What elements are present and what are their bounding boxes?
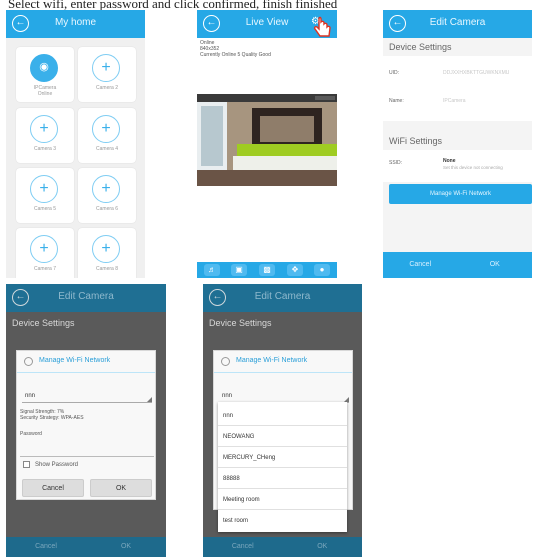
ok-button[interactable]: OK [283, 537, 363, 557]
footer-actions: Cancel OK [203, 537, 362, 557]
wifi-dialog-screen: ← Edit Camera Device Settings Manage Wi-… [6, 284, 166, 557]
device-fields: UID: DDJXXHXBKTTGUWKNXMU Name: IPCamera [383, 56, 532, 121]
camera-icon[interactable]: ▣ [231, 264, 247, 276]
uid-label: UID: [389, 70, 399, 76]
add-camera-icon: + [92, 54, 120, 82]
dropdown-arrow-icon [147, 397, 152, 402]
add-camera-icon: + [30, 235, 58, 263]
camera-tile-3[interactable]: + Camera 3 [16, 108, 74, 163]
ssid-label: SSID: [389, 160, 403, 166]
camera-label: Camera 5 [34, 206, 56, 212]
top-bar: ← My home [6, 10, 145, 38]
ssid-option[interactable]: NEOWANG [218, 427, 347, 447]
speaker-icon[interactable]: ♬ [204, 264, 220, 276]
page-title: My home [54, 17, 97, 28]
wifi-icon [221, 357, 230, 366]
add-camera-icon: + [30, 175, 58, 203]
security-strategy: Security Strategy: WPA-AES [20, 415, 84, 421]
add-camera-icon: + [92, 175, 120, 203]
live-toolbar: ♬ ▣ ▩ ✥ ● [197, 262, 337, 278]
dialog-header: Manage Wi-Fi Network [17, 351, 155, 373]
show-password-checkbox[interactable] [23, 461, 30, 468]
ssid-options-list: nnn NEOWANG MERCURY_CHeng 88888 Meeting … [218, 402, 347, 532]
manage-wifi-button[interactable]: Manage Wi-Fi Network [389, 184, 532, 204]
my-home-screen: ← My home ◉ IPCamera Online + Camera 2 + … [6, 10, 145, 278]
arrows-icon[interactable]: ✥ [287, 264, 303, 276]
footer-actions: Cancel OK [6, 537, 166, 557]
ssid-option[interactable]: 88888 [218, 469, 347, 489]
ssid-option[interactable]: test room [218, 511, 347, 531]
page-caption: Select wifi, enter password and click co… [8, 0, 338, 10]
cancel-button[interactable]: Cancel [383, 252, 458, 278]
wifi-icon [24, 357, 33, 366]
dialog-header: Manage Wi-Fi Network [214, 351, 352, 373]
edit-camera-screen: ← Edit Camera Device Settings UID: DDJXX… [383, 10, 532, 278]
password-input[interactable] [20, 445, 154, 457]
live-view-screen: ← Live View ⚙ Online 840x352 Currently O… [197, 10, 337, 278]
image-icon[interactable]: ▩ [259, 264, 275, 276]
ok-button[interactable]: OK [90, 479, 152, 497]
top-bar: ← Edit Camera [6, 284, 166, 312]
device-settings-heading: Device Settings [209, 318, 272, 328]
live-video-frame [197, 94, 337, 186]
camera-icon: ◉ [30, 54, 58, 82]
status-line: Currently Online 5 Quality Good [200, 52, 271, 58]
ssid-option[interactable]: nnn [218, 406, 347, 426]
uid-value[interactable]: DDJXXHXBKTTGUWKNXMU [443, 70, 509, 76]
device-settings-heading: Device Settings [389, 42, 452, 52]
ok-button[interactable]: OK [86, 537, 166, 557]
add-camera-icon: + [92, 115, 120, 143]
name-label: Name: [389, 98, 404, 104]
camera-label: Camera 3 [34, 146, 56, 152]
ssid-selected: nnn [222, 393, 233, 399]
cancel-button[interactable]: Cancel [6, 537, 86, 557]
wifi-fields: SSID: None Set this device not connectin… [383, 150, 532, 182]
camera-tile-2[interactable]: + Camera 2 [78, 47, 136, 102]
add-camera-icon: + [30, 115, 58, 143]
ssid-dropdown-screen: ← Edit Camera Device Settings Manage Wi-… [203, 284, 362, 557]
ssid-dropdown[interactable]: nnn [219, 389, 349, 403]
add-camera-icon: + [92, 235, 120, 263]
ok-button[interactable]: OK [458, 252, 533, 278]
ssid-value: None [443, 158, 456, 164]
status-info: Online 840x352 Currently Online 5 Qualit… [200, 40, 271, 58]
ssid-option[interactable]: Meeting room [218, 490, 347, 510]
ssid-subtext: Set this device not connecting [443, 165, 503, 170]
camera-label: Camera 8 [96, 266, 118, 272]
camera-label: Camera 2 [96, 85, 118, 91]
camera-status: Online [37, 91, 53, 97]
camera-grid: ◉ IPCamera Online + Camera 2 + Camera 3 +… [6, 38, 145, 278]
ssid-dropdown[interactable]: nnn [22, 389, 152, 403]
wifi-settings-heading: WiFi Settings [389, 136, 443, 146]
cancel-button[interactable]: Cancel [22, 479, 84, 497]
hand-pointer-icon [313, 16, 331, 37]
dialog-title: Manage Wi-Fi Network [39, 357, 111, 364]
page-title: Edit Camera [58, 291, 114, 302]
camera-tile-5[interactable]: + Camera 5 [16, 168, 74, 223]
camera-tile-8[interactable]: + Camera 8 [78, 228, 136, 278]
password-label: Password [20, 431, 42, 437]
camera-tile-1[interactable]: ◉ IPCamera Online [16, 47, 74, 102]
footer-actions: Cancel OK [383, 252, 532, 278]
name-input[interactable]: IPCamera [443, 98, 466, 104]
camera-label: Camera 7 [34, 266, 56, 272]
cancel-button[interactable]: Cancel [203, 537, 283, 557]
camera-label: Camera 4 [96, 146, 118, 152]
ssid-option[interactable]: MERCURY_CHeng [218, 448, 347, 468]
device-settings-heading: Device Settings [12, 318, 75, 328]
camera-label: Camera 6 [96, 206, 118, 212]
camera-tile-4[interactable]: + Camera 4 [78, 108, 136, 163]
dialog-title: Manage Wi-Fi Network [236, 357, 308, 364]
top-bar: ← Live View ⚙ [197, 10, 337, 38]
camera-tile-6[interactable]: + Camera 6 [78, 168, 136, 223]
page-title: Edit Camera [254, 291, 311, 302]
top-bar: ← Edit Camera [383, 10, 532, 38]
top-bar: ← Edit Camera [203, 284, 362, 312]
camera-tile-7[interactable]: + Camera 7 [16, 228, 74, 278]
show-password-label: Show Password [35, 462, 79, 468]
ssid-selected: nnn [25, 393, 36, 399]
manage-wifi-dialog: Manage Wi-Fi Network nnn Signal Strength… [16, 350, 156, 500]
bulb-icon[interactable]: ● [314, 264, 330, 276]
page-title: Edit Camera [429, 17, 486, 28]
